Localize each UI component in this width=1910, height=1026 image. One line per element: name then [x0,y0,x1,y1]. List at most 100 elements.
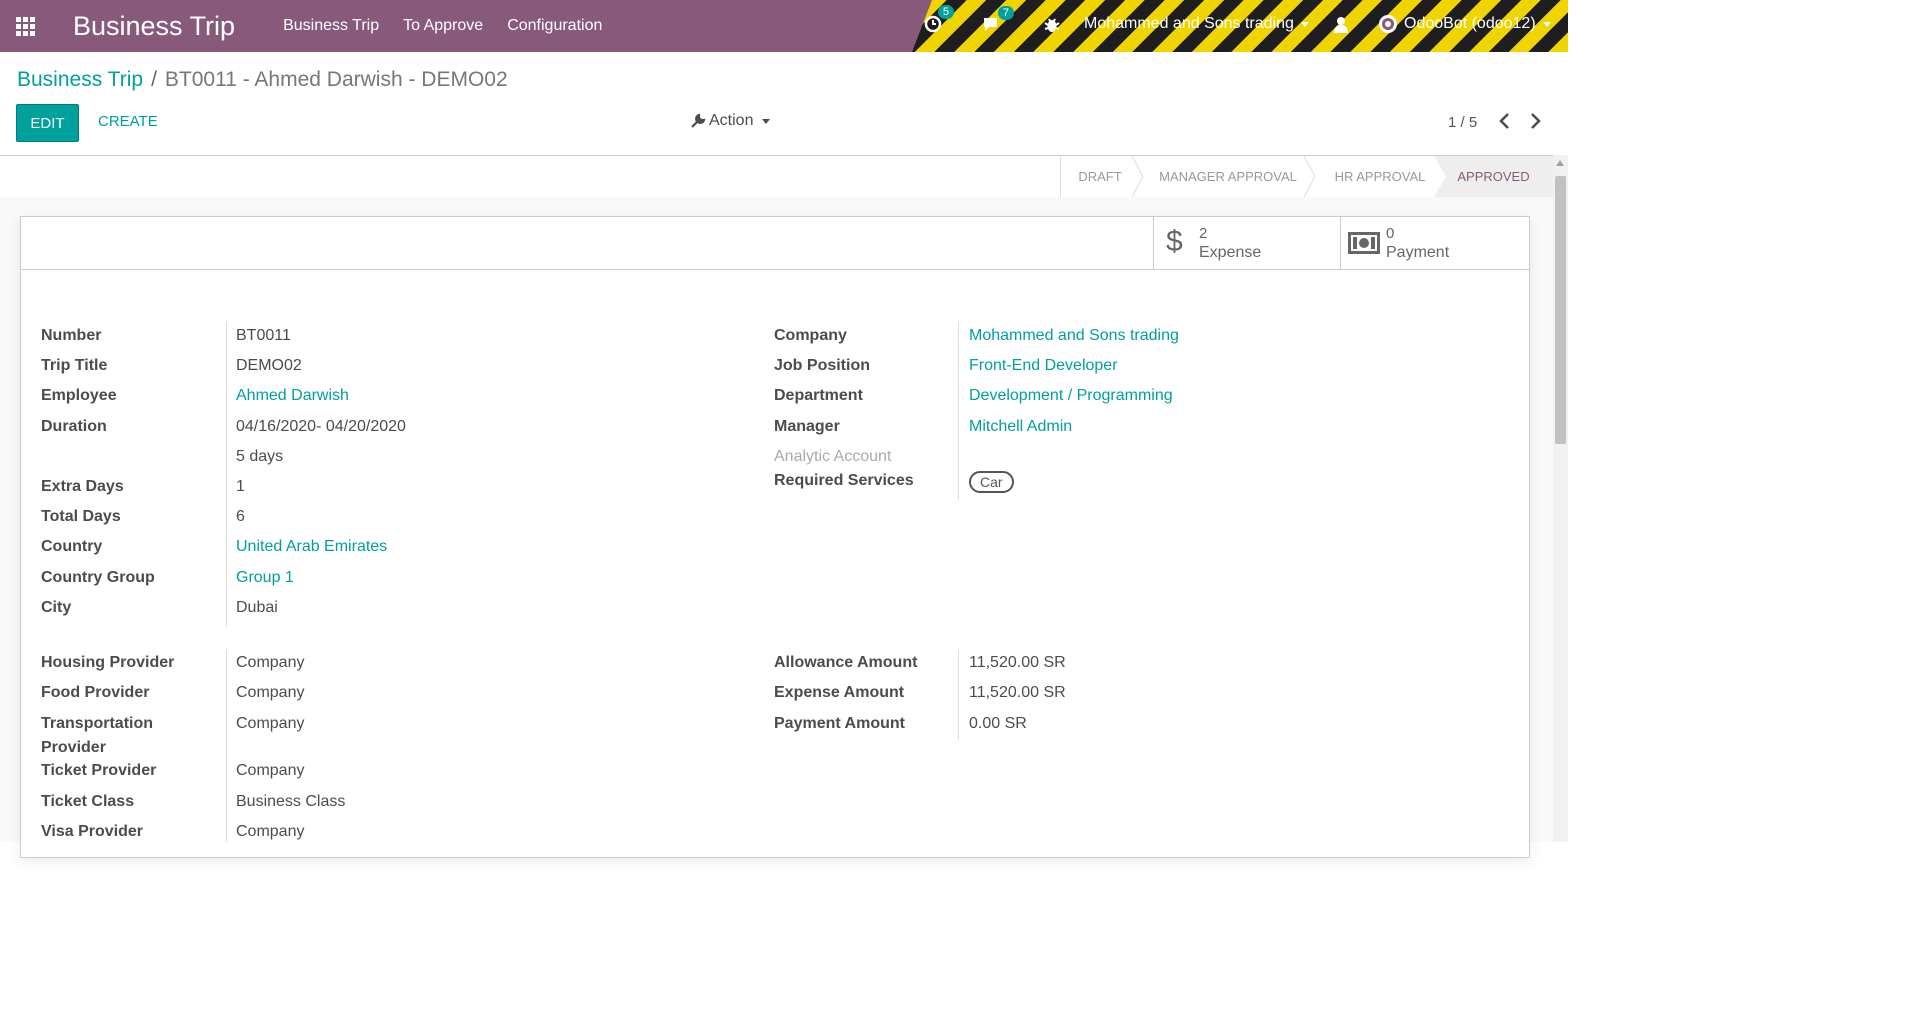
debug-menu[interactable] [1044,16,1060,34]
transportation-provider-label: Transportation [41,715,154,732]
city-label: City [41,599,72,616]
expense-amount-label: Expense Amount [774,684,905,701]
menu-business-trip[interactable]: Business Trip [283,17,379,35]
edit-button[interactable]: EDIT [16,104,79,142]
trip-title-label: Trip Title [41,357,108,374]
apps-grid-icon [15,16,35,36]
stage-arrow [1303,156,1316,197]
transportation-provider-value: Company [236,715,305,732]
chat-icon [984,18,997,31]
avatar [1379,15,1397,33]
clock-icon [924,15,942,33]
stage-manager-approval[interactable]: MANAGER APPROVAL [1143,156,1313,197]
payment-label: Payment [1386,244,1450,261]
scrollbar-thumb[interactable] [1555,176,1566,444]
department-link[interactable]: Development / Programming [969,387,1173,405]
allowance-amount-label: Allowance Amount [774,654,918,671]
action-dropdown[interactable]: Action [690,112,771,130]
food-provider-value: Company [236,684,305,701]
allowance-amount-value: 11,520.00 SR [969,654,1066,671]
payment-amount-label: Payment Amount [774,715,905,732]
service-tag-car[interactable]: Car [969,471,1014,493]
breadcrumb: Business Trip / BT0011 - Ahmed Darwish - D… [17,68,508,92]
top-navbar: Business Trip Business Trip To Approve C… [0,0,1568,52]
activity-badge: 5 [937,5,954,19]
job-position-link[interactable]: Front-End Developer [969,357,1118,375]
pager-previous-button[interactable] [1498,112,1510,136]
ticket-provider-label: Ticket Provider [41,762,157,779]
transportation-provider-label-2: Provider [41,739,106,756]
company-name: Mohammed and Sons trading [1084,15,1294,32]
duration-days: 5 days [236,448,284,465]
duration-label: Duration [41,418,107,435]
payment-count: 0 [1386,225,1395,242]
user-icon [1334,17,1348,33]
app-brand[interactable]: Business Trip [73,11,235,42]
field-divider [958,322,959,500]
company-switcher[interactable]: Mohammed and Sons trading [1084,15,1309,33]
country-label: Country [41,538,103,555]
expense-count: 2 [1199,225,1208,242]
company-link[interactable]: Mohammed and Sons trading [969,327,1179,345]
housing-provider-label: Housing Provider [41,654,175,671]
ticket-provider-value: Company [236,762,305,779]
user-icon-button[interactable] [1334,16,1348,33]
field-divider [958,650,959,740]
visa-provider-value: Company [236,823,305,840]
expense-smart-button[interactable]: $ 2 Expense [1153,217,1341,269]
smart-button-box: $ 2 Expense 0 Payment [21,217,1529,270]
user-menu[interactable]: OdooBot (odoo12) [1378,14,1551,34]
number-label: Number [41,327,102,344]
stage-hr-approval[interactable]: HR APPROVAL [1316,156,1444,197]
systray: 5 7 Mohammed and Sons trading OdooBot (o… [912,0,1568,52]
caret-down-icon [762,118,771,124]
dollar-icon: $ [1166,225,1183,258]
stage-draft[interactable]: DRAFT [1061,156,1139,197]
visa-provider-label: Visa Provider [41,823,143,840]
analytic-account-label: Analytic Account [774,448,892,465]
trip-title-value: DEMO02 [236,357,302,374]
country-link[interactable]: United Arab Emirates [236,538,387,556]
department-label: Department [774,387,863,404]
required-services-label: Required Services [774,472,914,489]
caret-down-icon [1542,21,1551,27]
messaging-menu[interactable]: 7 [982,6,1014,33]
menu-to-approve[interactable]: To Approve [403,17,483,35]
money-icon [1348,232,1380,254]
apps-menu-button[interactable] [0,0,50,52]
payment-smart-button[interactable]: 0 Payment [1340,217,1529,269]
wrench-icon [691,113,706,128]
food-provider-label: Food Provider [41,684,150,701]
breadcrumb-parent[interactable]: Business Trip [17,68,143,91]
bug-icon [1044,18,1060,32]
status-bar: DRAFT MANAGER APPROVAL HR APPROVAL APPRO… [0,155,1553,198]
job-position-label: Job Position [774,357,870,374]
menu-configuration[interactable]: Configuration [507,17,602,35]
employee-link[interactable]: Ahmed Darwish [236,387,349,405]
user-name: OdooBot (odoo12) [1404,15,1536,32]
total-days-value: 6 [236,508,245,525]
total-days-label: Total Days [41,508,121,525]
extra-days-label: Extra Days [41,478,124,495]
field-divider [226,322,227,627]
company-label: Company [774,327,847,344]
expense-amount-value: 11,520.00 SR [969,684,1066,701]
housing-provider-value: Company [236,654,305,671]
country-group-label: Country Group [41,569,155,586]
field-divider [226,650,227,842]
ticket-class-label: Ticket Class [41,793,135,810]
manager-label: Manager [774,418,840,435]
country-group-link[interactable]: Group 1 [236,569,294,587]
pager-value[interactable]: 1 / 5 [1448,114,1477,131]
scroll-up-icon[interactable] [1556,160,1564,166]
activity-menu[interactable]: 5 [924,5,954,33]
ticket-class-value: Business Class [236,793,346,810]
expense-label: Expense [1199,244,1262,261]
chevron-left-icon [1499,113,1509,129]
create-button[interactable]: CREATE [98,113,158,130]
city-value: Dubai [236,599,278,616]
pager-next-button[interactable] [1530,112,1542,136]
manager-link[interactable]: Mitchell Admin [969,418,1072,436]
employee-label: Employee [41,387,117,404]
payment-amount-value: 0.00 SR [969,715,1027,732]
